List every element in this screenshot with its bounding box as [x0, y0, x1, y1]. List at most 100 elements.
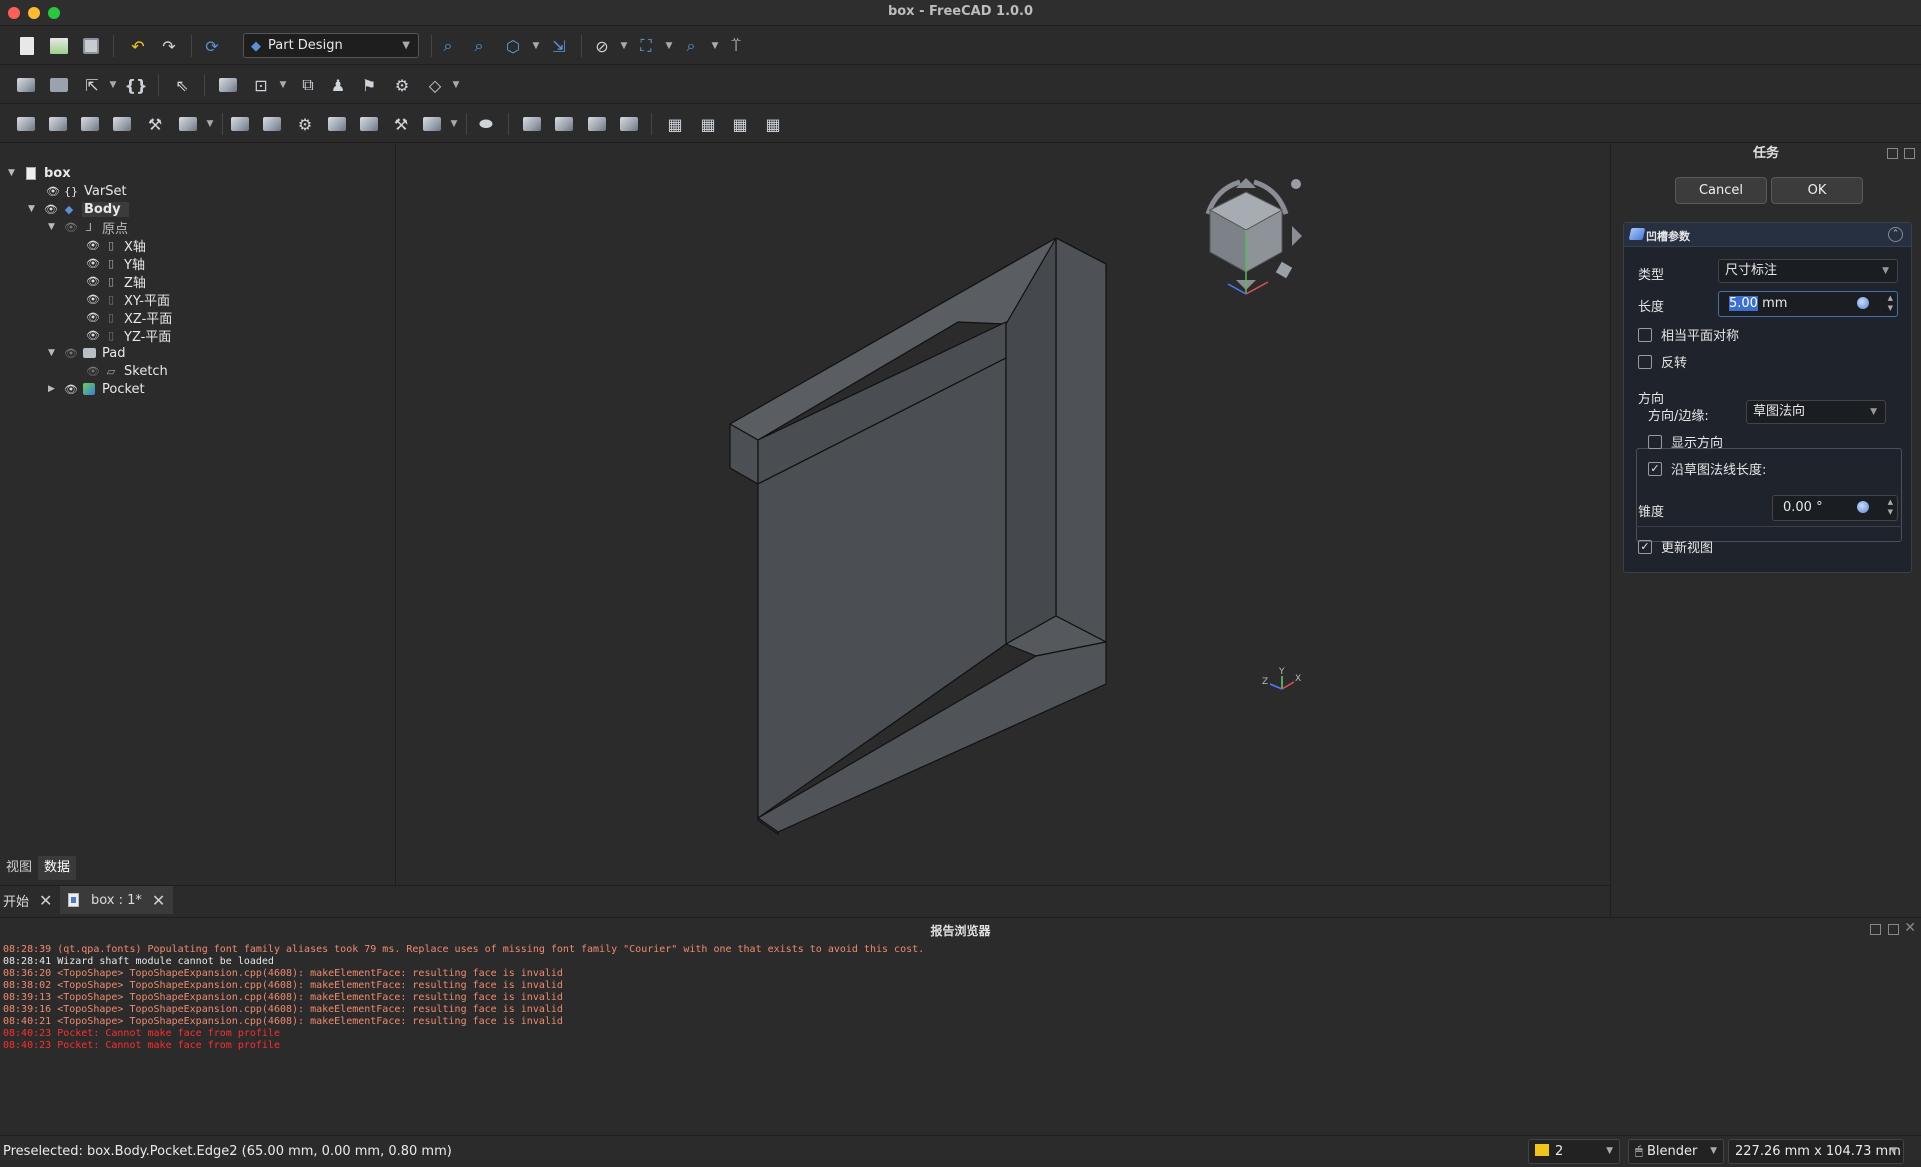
pipe-icon[interactable]: [110, 112, 134, 136]
polar-pattern-icon[interactable]: ▦: [728, 112, 752, 136]
mirrored-icon[interactable]: ▦: [663, 112, 687, 136]
close-icon[interactable]: ✕: [152, 891, 165, 910]
eye-icon[interactable]: 👁: [86, 311, 100, 324]
eye-icon[interactable]: 👁: [86, 329, 100, 342]
create-part-icon[interactable]: [47, 73, 71, 97]
create-body-icon[interactable]: [14, 73, 38, 97]
create-sketch-icon[interactable]: [216, 73, 240, 97]
eye-hidden-icon[interactable]: 👁: [86, 365, 100, 378]
eye-hidden-icon[interactable]: 👁: [64, 221, 78, 234]
symmetric-to-plane-checkbox[interactable]: 相当平面对称: [1638, 325, 1739, 344]
datum-point-icon[interactable]: ♟: [326, 73, 350, 97]
tab-view[interactable]: 视图: [0, 856, 39, 880]
fit-all-icon[interactable]: ⌕: [436, 34, 460, 58]
tree-item-xy-plane[interactable]: 👁 ▯ XY-平面: [86, 290, 170, 309]
expand-arrow-icon[interactable]: ▼: [8, 168, 18, 178]
chevron-down-icon[interactable]: ▼: [101, 73, 125, 97]
taper-angle-input[interactable]: 0.00 ° ▲ ▼: [1772, 495, 1898, 521]
fillet-icon[interactable]: [520, 112, 544, 136]
undo-icon[interactable]: ↶: [126, 34, 150, 58]
additive-primitive-icon[interactable]: [176, 112, 200, 136]
spin-arrows-icon[interactable]: ▲ ▼: [1888, 497, 1893, 517]
shape-binder-icon[interactable]: ⚙: [390, 73, 414, 97]
varset-icon[interactable]: {}: [124, 73, 148, 97]
map-sketch-icon[interactable]: ⧉: [296, 73, 320, 97]
expression-icon[interactable]: [1857, 501, 1869, 513]
along-sketch-normal-checkbox[interactable]: ✓ 沿草图法线长度:: [1648, 459, 1766, 478]
navigation-style-selector[interactable]: 🖱 Blender ▼: [1628, 1139, 1724, 1164]
standard-views-icon[interactable]: ⬡: [501, 34, 525, 58]
length-input[interactable]: 5.00 mm ▲ ▼: [1718, 291, 1898, 317]
multi-transform-icon[interactable]: ▦: [761, 112, 785, 136]
cancel-button[interactable]: Cancel: [1675, 177, 1767, 204]
tree-item-sketch[interactable]: 👁 ▱ Sketch: [86, 362, 168, 380]
tree-item-z-axis[interactable]: 👁 ▯ Z轴: [86, 272, 146, 291]
model-view[interactable]: Y X Z: [396, 144, 1610, 885]
loft-icon[interactable]: [78, 112, 102, 136]
expand-arrow-icon[interactable]: ▼: [48, 222, 58, 232]
reversed-checkbox[interactable]: 反转: [1638, 352, 1687, 371]
collapse-icon[interactable]: ⌃: [1888, 227, 1903, 242]
linear-pattern-icon[interactable]: ▦: [696, 112, 720, 136]
tree-item-box[interactable]: ▼ box: [8, 164, 71, 182]
hole-icon[interactable]: [260, 112, 284, 136]
spin-arrows-icon[interactable]: ▲ ▼: [1888, 293, 1893, 313]
expression-icon[interactable]: [1857, 297, 1869, 309]
chevron-down-icon[interactable]: ▼: [524, 34, 548, 58]
ok-button[interactable]: OK: [1771, 177, 1863, 204]
eye-icon[interactable]: 👁: [86, 239, 100, 252]
undock-icon[interactable]: [1887, 148, 1898, 159]
tree-item-y-axis[interactable]: 👁 ▯ Y轴: [86, 254, 145, 273]
eye-icon[interactable]: 👁: [44, 203, 58, 216]
refresh-icon[interactable]: ⟳: [200, 34, 224, 58]
undock-icon[interactable]: [1870, 924, 1881, 935]
tree-item-x-axis[interactable]: 👁 ▯ X轴: [86, 236, 146, 255]
subtractive-loft-icon[interactable]: [325, 112, 349, 136]
revolution-icon[interactable]: [46, 112, 70, 136]
tree-item-xz-plane[interactable]: 👁 ▯ XZ-平面: [86, 308, 172, 327]
expand-arrow-icon[interactable]: ▼: [48, 348, 58, 358]
draw-style-selector[interactable]: 2 ▼: [1528, 1139, 1620, 1164]
groove-icon[interactable]: ⚙: [293, 112, 317, 136]
chevron-down-icon[interactable]: ▼: [271, 73, 295, 97]
chevron-down-icon[interactable]: ▼: [657, 34, 681, 58]
open-document-icon[interactable]: [47, 34, 71, 58]
selection-filter-icon[interactable]: ⛶: [634, 34, 658, 58]
workbench-selector[interactable]: ◆ Part Design ▼: [243, 33, 419, 58]
type-dropdown[interactable]: 尺寸标注 ▼: [1718, 259, 1898, 283]
eye-icon[interactable]: 👁: [86, 275, 100, 288]
3d-viewport[interactable]: Y X Z: [396, 144, 1610, 885]
eye-icon[interactable]: 👁: [46, 185, 60, 198]
chevron-down-icon[interactable]: ▼: [444, 73, 468, 97]
float-icon[interactable]: [1888, 924, 1899, 935]
update-view-checkbox[interactable]: ✓ 更新视图: [1638, 537, 1713, 556]
eye-hidden-icon[interactable]: 👁: [64, 347, 78, 360]
subtractive-pipe-icon[interactable]: [357, 112, 381, 136]
tree-item-pad[interactable]: ▼ 👁 Pad: [48, 344, 125, 362]
pad-icon[interactable]: [14, 112, 38, 136]
draw-style-icon[interactable]: ⊘: [590, 34, 614, 58]
tree-item-body[interactable]: ▼ 👁 ◆ Body: [28, 200, 129, 218]
thickness-icon[interactable]: [617, 112, 641, 136]
expand-arrow-icon[interactable]: ▼: [28, 204, 38, 214]
eye-icon[interactable]: 👁: [86, 293, 100, 306]
new-document-icon[interactable]: [15, 34, 39, 58]
tab-data[interactable]: 数据: [38, 856, 77, 880]
chevron-down-icon[interactable]: ▼: [612, 34, 636, 58]
subtractive-primitive-icon[interactable]: [420, 112, 444, 136]
pocket-solid[interactable]: [729, 237, 1107, 835]
pocket-parameters-header[interactable]: 凹槽参数 ⌃: [1624, 223, 1911, 247]
boolean-icon[interactable]: ⬬: [474, 112, 498, 136]
tree-item-pocket[interactable]: ▶ 👁 Pocket: [48, 380, 145, 398]
validate-sketch-icon[interactable]: ⊡: [249, 73, 273, 97]
show-direction-checkbox[interactable]: 显示方向: [1648, 432, 1723, 451]
close-icon[interactable]: ✕: [39, 891, 52, 910]
pocket-icon[interactable]: [228, 112, 252, 136]
help-cursor-icon[interactable]: ⇖: [170, 73, 194, 97]
collapse-arrow-icon[interactable]: ▶: [48, 384, 58, 394]
bounding-box-icon[interactable]: ⇲: [547, 34, 571, 58]
datum-line-icon[interactable]: ⚑: [357, 73, 381, 97]
report-log[interactable]: 08:28:39 (qt.qpa.fonts) Populating font …: [3, 944, 924, 1052]
tree-item-origin[interactable]: ▼ 👁 ⅃ 原点: [48, 218, 128, 237]
subtractive-helix-icon[interactable]: ⚒: [389, 112, 413, 136]
